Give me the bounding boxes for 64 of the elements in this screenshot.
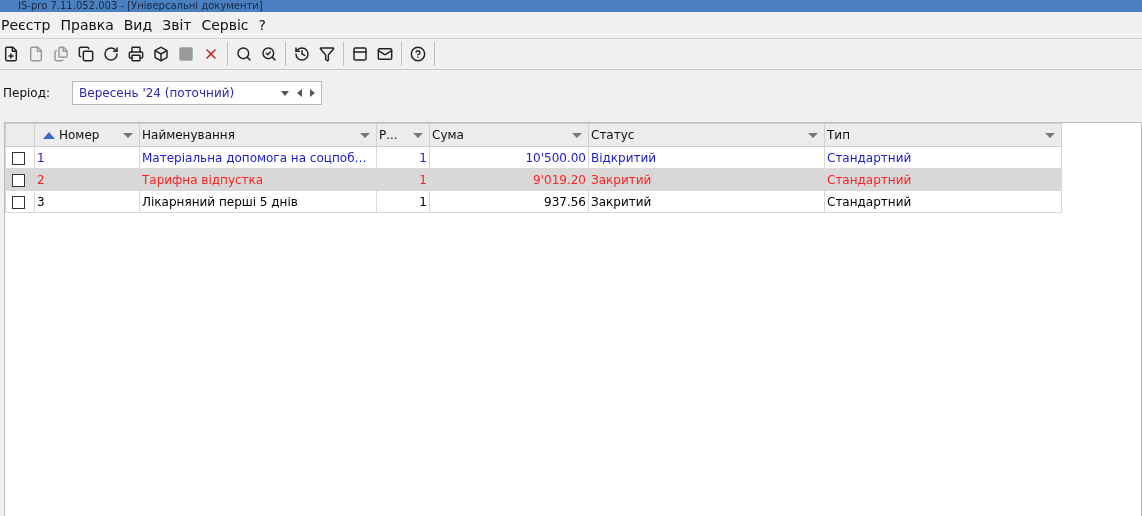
filter-caret-icon[interactable] [123, 132, 133, 138]
table-cell: 937.56 [429, 190, 589, 213]
dropdown-caret-icon[interactable] [281, 90, 290, 96]
table-row[interactable]: 3 Лікарняний перші 5 днів 1 937.56 Закритий Стандартний [5, 190, 1062, 213]
table-cell: 1 [376, 146, 430, 169]
table-cell: Матеріальна допомога на соцпоб… [139, 146, 377, 169]
document-icon [28, 46, 44, 62]
table-cell: Стандартний [824, 146, 1062, 169]
table-cell: Відкритий [588, 146, 825, 169]
printer-icon [128, 46, 144, 62]
column-header[interactable]: Статус [588, 123, 825, 147]
mail-icon [377, 46, 393, 62]
table-cell: Стандартний [824, 190, 1062, 213]
filter-caret-icon[interactable] [413, 132, 423, 138]
filter-caret-icon[interactable] [360, 132, 370, 138]
table-cell: 3 [34, 190, 140, 213]
cube-icon [153, 46, 169, 62]
table-row[interactable]: 1 Матеріальна допомога на соцпоб… 1 10'500.00 Відкритий Стандартний [5, 146, 1062, 169]
row-checkbox[interactable] [12, 151, 25, 165]
filter-caret-icon[interactable] [808, 132, 818, 138]
menu-item[interactable]: Реєстр [0, 17, 58, 33]
menu-item[interactable]: Правка [59, 17, 121, 33]
row-checkbox[interactable] [12, 173, 25, 187]
table-cell: Тарифна відпустка [139, 168, 377, 191]
previous-icon[interactable] [297, 89, 303, 97]
table-cell: 10'500.00 [429, 146, 589, 169]
search-next-icon [261, 46, 277, 62]
delete-icon [203, 46, 219, 62]
menu-item[interactable]: Вид [122, 17, 160, 33]
copy-icon [78, 46, 94, 62]
column-header[interactable]: Р... [376, 123, 430, 147]
sort-ascending-icon [43, 131, 55, 139]
table-cell: Лікарняний перші 5 днів [139, 190, 377, 213]
table-cell: Закритий [588, 190, 825, 213]
table-cell: 1 [376, 168, 430, 191]
menu-item[interactable]: Звіт [161, 17, 199, 33]
column-header[interactable]: Найменування [139, 123, 377, 147]
table-cell: 2 [34, 168, 140, 191]
panel-icon [352, 46, 368, 62]
table-cell: 9'019.20 [429, 168, 589, 191]
new-document-icon [3, 46, 19, 62]
table-cell: 1 [34, 146, 140, 169]
table-cell: Закритий [588, 168, 825, 191]
filter-icon [319, 46, 335, 62]
column-header[interactable]: Номер [34, 123, 140, 147]
period-label: Період: [3, 86, 51, 100]
column-header[interactable]: Тип [824, 123, 1062, 147]
documents-icon [53, 46, 69, 62]
table-cell: 1 [376, 190, 430, 213]
filter-caret-icon[interactable] [1045, 132, 1055, 138]
period-dropdown[interactable]: Вересень '24 (поточний) [72, 81, 323, 105]
refresh-icon [103, 46, 119, 62]
help-icon [410, 46, 426, 62]
menu-item[interactable]: ? [257, 17, 273, 33]
row-checkbox[interactable] [12, 195, 25, 209]
history-icon [294, 46, 310, 62]
column-header[interactable]: Сума [429, 123, 589, 147]
block-icon [178, 46, 194, 62]
search-icon [236, 46, 252, 62]
menu-item[interactable]: Сервіс [200, 17, 256, 33]
window-title: IS-pro 7.11.052.003 - [Універсальні документи] [0, 0, 1142, 12]
filter-caret-icon[interactable] [572, 132, 582, 138]
table-cell: Стандартний [824, 168, 1062, 191]
next-icon[interactable] [310, 89, 316, 97]
